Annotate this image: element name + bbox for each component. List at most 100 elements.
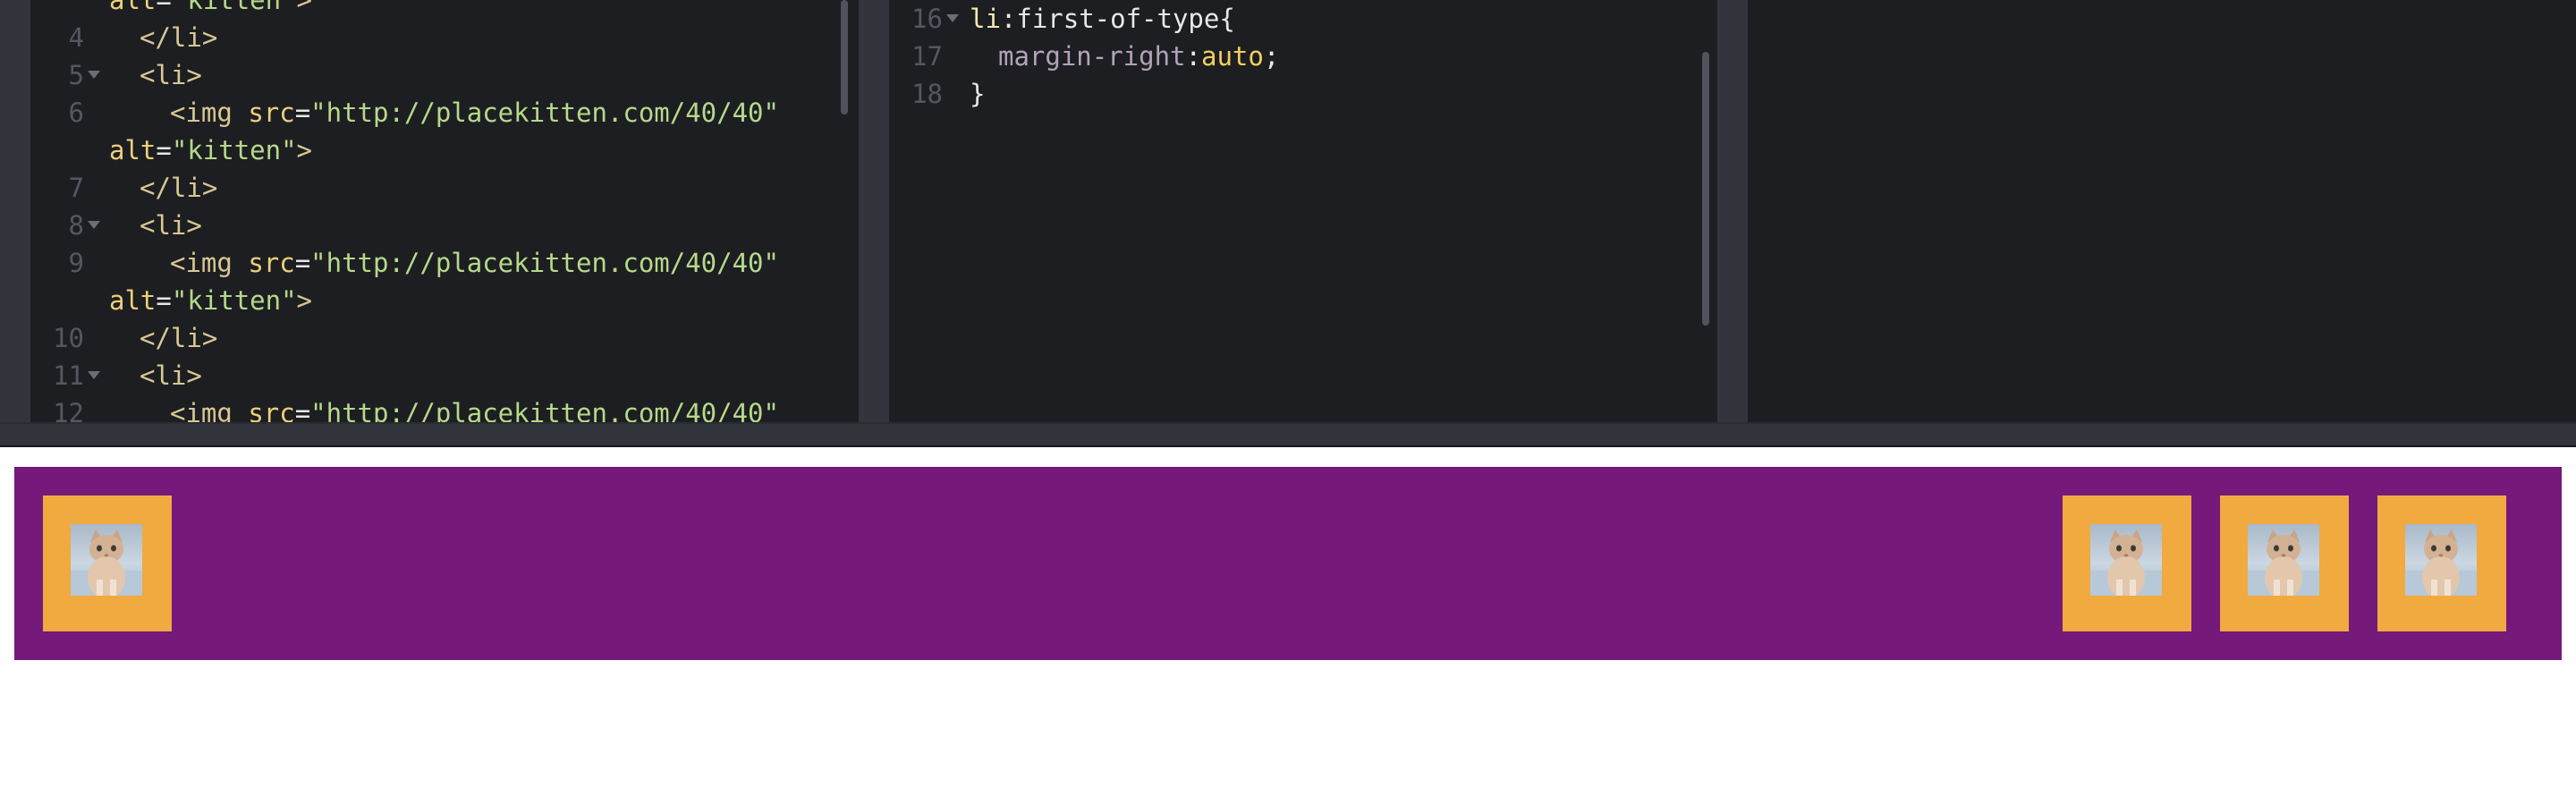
code-token: "kitten" [171,0,297,15]
code-line[interactable]: 5 <li> [30,56,859,94]
kitten-list-item [2220,495,2349,631]
code-token: alt [109,285,157,316]
code-text: <li> [140,357,202,394]
fold-arrow-icon[interactable] [88,371,100,379]
code-token: alt [109,0,157,15]
code-token: = [156,135,172,165]
code-token: > [296,285,313,316]
code-token: :first-of-type{ [1000,4,1235,34]
code-text: alt="kitten"> [109,131,312,169]
code-token: "kitten" [171,285,297,316]
line-number: 7 [68,173,84,203]
code-text: <img src="http://placekitten.com/40/40" [170,394,779,422]
code-line[interactable]: alt="kitten"> [30,0,859,19]
code-line[interactable]: 16 li:first-of-type{ [889,0,1717,38]
code-token: "http://placekitten.com/40/40" [310,97,779,128]
code-text: alt="kitten"> [109,0,312,19]
line-number: 16 [911,4,943,34]
code-token: src [248,97,295,128]
kitten-image [2248,524,2319,596]
code-token: "http://placekitten.com/40/40" [310,398,779,422]
kitten-image [2405,524,2477,596]
code-token: margin-right [998,41,1186,72]
code-line[interactable]: 12 <img src="http://placekitten.com/40/40… [30,394,859,422]
line-number: 11 [53,360,84,391]
code-token: = [156,285,172,316]
html-pane-edge [0,0,30,422]
result-preview-list [14,467,2562,660]
code-text: margin-right:auto; [998,38,1279,75]
code-token: <li> [140,60,202,90]
line-number: 4 [68,22,84,53]
code-token: = [294,97,311,128]
fold-arrow-icon[interactable] [88,71,100,79]
code-line[interactable]: 7 </li> [30,169,859,207]
code-token: = [156,0,172,15]
code-line[interactable]: alt="kitten"> [30,131,859,169]
editor-area: alt="kitten"> 4 </li> 5 <li> 6 <img src="http:… [0,0,2576,422]
code-token: src [248,398,295,422]
line-number: 17 [911,41,943,72]
line-number: 10 [53,323,84,353]
line-number: 12 [53,398,84,422]
line-number: 5 [68,60,84,90]
code-token: > [296,135,313,165]
line-number: 6 [68,97,84,128]
code-token: </li> [140,323,218,353]
code-token: </li> [140,173,218,203]
kitten-image [2090,524,2162,596]
code-token: "http://placekitten.com/40/40" [310,248,779,278]
code-text: <li> [140,207,202,244]
css-scrollbar[interactable] [1702,52,1709,326]
css-pane-edge [859,0,889,422]
code-line[interactable]: 10 </li> [30,319,859,357]
html-scrollbar[interactable] [841,0,848,114]
line-number: 8 [68,210,84,241]
code-text: <img src="http://placekitten.com/40/40" [170,94,779,131]
code-token: <li> [140,360,202,391]
code-token: li [970,4,1001,34]
code-token: } [970,79,986,109]
code-token: </li> [140,22,218,53]
code-line[interactable]: alt="kitten"> [30,282,859,319]
kitten-list-item [2063,495,2191,631]
fold-arrow-icon[interactable] [946,14,959,22]
line-number: 9 [68,248,84,278]
code-token: = [294,248,311,278]
code-text: } [970,75,985,113]
code-token: > [296,0,313,15]
code-text: <li> [140,56,202,94]
code-text: </li> [140,169,217,207]
line-number: 18 [911,79,943,109]
code-token: : [1185,41,1201,72]
code-line[interactable]: 18} [889,75,1717,113]
code-token: src [248,248,295,278]
code-token: = [294,398,311,422]
code-line[interactable]: 9 <img src="http://placekitten.com/40/40" [30,244,859,282]
html-editor-pane[interactable]: alt="kitten"> 4 </li> 5 <li> 6 <img src="http:… [30,0,859,422]
kitten-image [71,524,142,596]
code-text: <img src="http://placekitten.com/40/40" [170,244,779,282]
code-token: "kitten" [171,135,297,165]
code-text: </li> [140,19,217,56]
code-line[interactable]: 11 <li> [30,357,859,394]
code-line[interactable]: 6 <img src="http://placekitten.com/40/40" [30,94,859,131]
code-text: li:first-of-type{ [970,0,1235,38]
kitten-list-item [43,495,172,631]
resize-divider[interactable] [0,422,2576,447]
code-token: alt [109,135,157,165]
code-line[interactable]: 8 <li> [30,207,859,244]
code-token: ; [1263,41,1280,72]
code-token: <img [170,248,249,278]
code-line[interactable]: 17 margin-right:auto; [889,38,1717,75]
css-editor-pane[interactable]: 16 li:first-of-type{17 margin-right:auto; 1… [889,0,1717,422]
fold-arrow-icon[interactable] [88,221,100,229]
code-token: <img [170,97,249,128]
kitten-list-item [2377,495,2506,631]
code-token: <img [170,398,249,422]
code-token: auto [1200,41,1264,72]
code-token: <li> [140,210,202,241]
code-line[interactable]: 4 </li> [30,19,859,56]
js-editor-pane[interactable] [1748,0,2576,422]
code-text: </li> [140,319,217,357]
